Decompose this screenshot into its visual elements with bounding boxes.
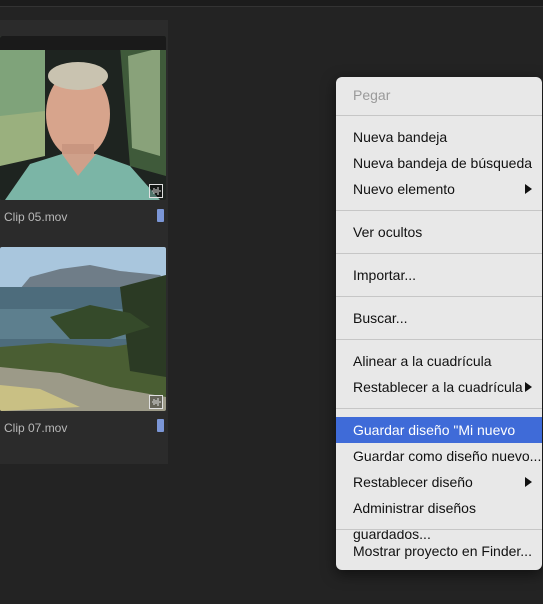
menu-item-save-as-new-layout[interactable]: Guardar como diseño nuevo... (336, 443, 542, 469)
menu-item-label: Restablecer a la cuadrícula (353, 379, 523, 395)
menu-item-save-layout[interactable]: Guardar diseño "Mi nuevo diseño" (336, 417, 542, 464)
menu-item-label: Nuevo elemento (353, 181, 455, 197)
menu-separator (336, 529, 542, 530)
menu-separator (336, 115, 542, 116)
menu-separator (336, 210, 542, 211)
menu-item-new-search-bin[interactable]: Nueva bandeja de búsqueda (336, 150, 542, 176)
menu-item-new-item[interactable]: Nuevo elemento (336, 176, 542, 202)
menu-item-manage-layouts[interactable]: Administrar diseños guardados... (336, 495, 542, 542)
submenu-arrow-icon (525, 382, 532, 392)
menu-separator (336, 296, 542, 297)
submenu-arrow-icon (525, 184, 532, 194)
menu-item-reset-to-grid[interactable]: Restablecer a la cuadrícula (336, 374, 542, 400)
menu-item-new-bin[interactable]: Nueva bandeja (336, 124, 542, 150)
menu-separator (336, 339, 542, 340)
submenu-arrow-icon (525, 477, 532, 487)
clip-name: Clip 05.mov (4, 210, 68, 224)
menu-item-reveal-in-finder[interactable]: Mostrar proyecto en Finder... (336, 538, 542, 564)
menu-separator (336, 253, 542, 254)
clips-panel: Clip 05.mov Clip 07.mov (0, 20, 168, 464)
window-top-edge (0, 0, 543, 7)
menu-item-view-hidden[interactable]: Ver ocultos (336, 219, 542, 245)
audio-waveform-icon (149, 395, 163, 409)
menu-item-paste: Pegar (353, 87, 391, 103)
audio-waveform-icon (149, 184, 163, 198)
menu-item-find[interactable]: Buscar... (336, 305, 542, 331)
context-menu: Pegar Nueva bandeja Nueva bandeja de bús… (336, 77, 542, 570)
clip-label-marker (157, 419, 164, 432)
clip-name: Clip 07.mov (4, 421, 68, 435)
clip-label-marker (157, 209, 164, 222)
clip-thumbnail[interactable] (0, 36, 166, 200)
menu-item-label: Restablecer diseño (353, 474, 473, 490)
menu-item-import[interactable]: Importar... (336, 262, 542, 288)
menu-item-reset-layout[interactable]: Restablecer diseño (336, 469, 542, 495)
menu-item-align-to-grid[interactable]: Alinear a la cuadrícula (336, 348, 542, 374)
menu-separator (336, 408, 542, 409)
clip-thumbnail[interactable] (0, 247, 166, 411)
